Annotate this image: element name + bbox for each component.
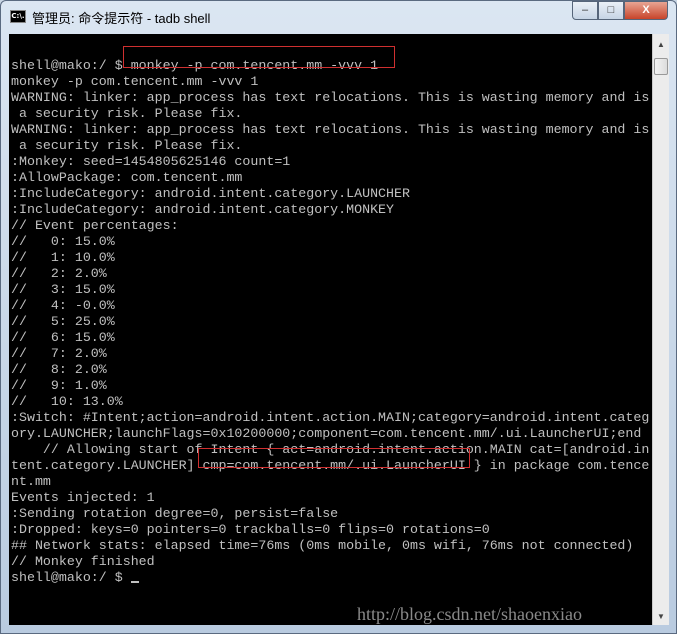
console-line: :IncludeCategory: android.intent.categor… — [11, 186, 410, 201]
highlight-component — [198, 448, 470, 468]
console-line: // 2: 2.0% — [11, 266, 107, 281]
vertical-scrollbar[interactable]: ▲ ▼ — [652, 34, 669, 625]
console-line: ## Network stats: elapsed time=76ms (0ms… — [11, 538, 634, 553]
console-line: :Dropped: keys=0 pointers=0 trackballs=0… — [11, 522, 490, 537]
scroll-down-arrow-icon[interactable]: ▼ — [653, 608, 669, 625]
console-line: // 5: 25.0% — [11, 314, 115, 329]
console-line: // 7: 2.0% — [11, 346, 107, 361]
highlight-command — [123, 46, 395, 68]
console-line: // 6: 15.0% — [11, 330, 115, 345]
console-line: // 1: 10.0% — [11, 250, 115, 265]
console-line: :IncludeCategory: android.intent.categor… — [11, 202, 395, 217]
console-line: a security risk. Please fix. — [11, 106, 243, 121]
window-title: 管理员: 命令提示符 - tadb shell — [32, 11, 211, 26]
console-line: // 9: 1.0% — [11, 378, 107, 393]
console-line: // 10: 13.0% — [11, 394, 123, 409]
console-line: ory.LAUNCHER;launchFlags=0x10200000;comp… — [11, 426, 642, 441]
title-bar[interactable]: C:\. 管理员: 命令提示符 - tadb shell – □ X — [1, 1, 676, 33]
console-line: // Monkey finished — [11, 554, 155, 569]
console-line: WARNING: linker: app_process has text re… — [11, 122, 650, 137]
maximize-button[interactable]: □ — [598, 1, 624, 20]
console-line: :Sending rotation degree=0, persist=fals… — [11, 506, 339, 521]
console-line: :AllowPackage: com.tencent.mm — [11, 170, 243, 185]
prompt-line[interactable]: shell@mako:/ $ — [11, 570, 649, 586]
console-window: C:\. 管理员: 命令提示符 - tadb shell – □ X shell… — [0, 0, 677, 634]
minimize-button[interactable]: – — [572, 1, 598, 20]
console-line: // 8: 2.0% — [11, 362, 107, 377]
console-line: monkey -p com.tencent.mm -vvv 1 — [11, 74, 259, 89]
cmd-icon[interactable]: C:\. — [10, 10, 26, 23]
console-line: WARNING: linker: app_process has text re… — [11, 90, 650, 105]
console-line: // 4: -0.0% — [11, 298, 115, 313]
prompt-text: shell@mako:/ $ — [11, 570, 131, 585]
console-line: :Monkey: seed=1454805625146 count=1 — [11, 154, 291, 169]
console-line: Events injected: 1 — [11, 490, 155, 505]
console-line: // 3: 15.0% — [11, 282, 115, 297]
scroll-up-arrow-icon[interactable]: ▲ — [653, 36, 669, 53]
console-line: :Switch: #Intent;action=android.intent.a… — [11, 410, 650, 425]
console-line: // Event percentages: — [11, 218, 179, 233]
cursor — [130, 581, 139, 583]
console-line: nt.mm — [11, 474, 51, 489]
scrollbar-thumb[interactable] — [654, 58, 668, 75]
console-output[interactable]: shell@mako:/ $ monkey -p com.tencent.mm … — [9, 34, 652, 625]
watermark: http://blog.csdn.net/shaoenxiao — [357, 604, 582, 624]
console-line: a security risk. Please fix. — [11, 138, 243, 153]
close-button[interactable]: X — [624, 1, 668, 20]
console-line: // 0: 15.0% — [11, 234, 115, 249]
